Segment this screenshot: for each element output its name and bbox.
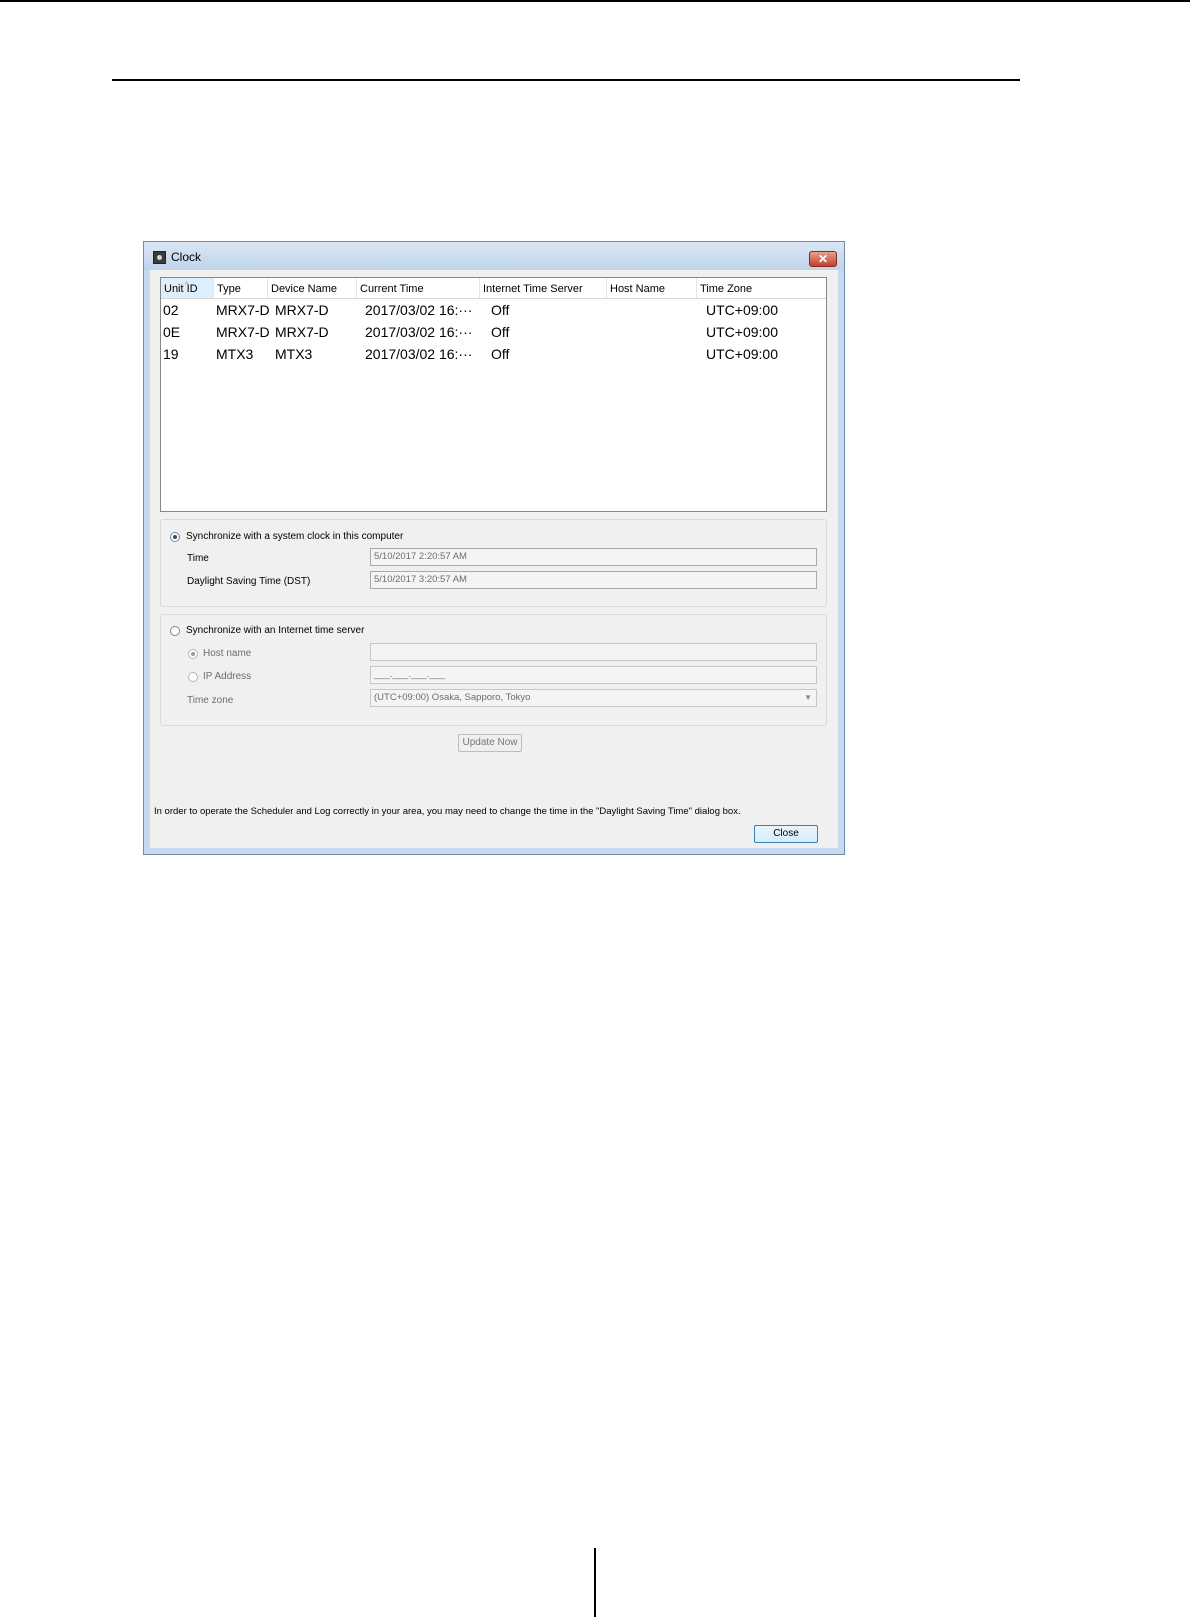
list-header: ^ Unit ID Type Device Name Current Time … xyxy=(161,278,826,299)
cell-device-name: MRX7-D xyxy=(275,324,329,340)
time-zone-label: Time zone xyxy=(187,695,234,706)
cell-current-time: 2017/03/02 16:··· xyxy=(365,346,473,362)
dst-field: 5/10/2017 3:20:57 AM xyxy=(370,571,817,589)
dialog-body: ^ Unit ID Type Device Name Current Time … xyxy=(150,270,838,848)
time-label: Time xyxy=(187,553,209,564)
table-row[interactable]: 02 MRX7-D MRX7-D 2017/03/02 16:··· Off U… xyxy=(161,299,826,321)
close-window-icon[interactable]: ✕ xyxy=(809,251,837,267)
cell-device-name: MRX7-D xyxy=(275,302,329,318)
cell-unit-id: 0E xyxy=(163,324,181,340)
page-top-rule xyxy=(0,0,1190,2)
host-name-input xyxy=(370,643,817,661)
cell-unit-id: 19 xyxy=(163,346,179,362)
clock-dialog: Clock ✕ ^ Unit ID Type Device Name Curre… xyxy=(143,241,845,855)
section-header-rule xyxy=(112,79,1020,81)
system-clock-group: Synchronize with a system clock in this … xyxy=(160,519,827,607)
cell-time-zone: UTC+09:00 xyxy=(706,324,778,340)
cell-unit-id: 02 xyxy=(163,302,179,318)
time-zone-value: (UTC+09:00) Osaka, Sapporo, Tokyo xyxy=(374,692,531,703)
cell-internet-time-server: Off xyxy=(491,324,510,340)
column-header-host-name[interactable]: Host Name xyxy=(607,278,697,298)
cell-time-zone: UTC+09:00 xyxy=(706,346,778,362)
dst-label: Daylight Saving Time (DST) xyxy=(187,576,311,587)
internet-time-radio[interactable] xyxy=(170,626,180,636)
time-zone-select: (UTC+09:00) Osaka, Sapporo, Tokyo ▼ xyxy=(370,689,817,707)
cell-device-name: MTX3 xyxy=(275,346,313,362)
column-header-current-time[interactable]: Current Time xyxy=(357,278,480,298)
column-header-time-zone[interactable]: Time Zone xyxy=(697,278,826,298)
device-list[interactable]: ^ Unit ID Type Device Name Current Time … xyxy=(160,277,827,512)
sort-ascending-icon: ^ xyxy=(185,282,189,289)
host-name-radio xyxy=(188,649,198,659)
column-header-device-name[interactable]: Device Name xyxy=(268,278,357,298)
internet-time-radio-label[interactable]: Synchronize with an Internet time server xyxy=(186,625,364,636)
cell-type: MRX7-D xyxy=(216,324,270,340)
title-bar: Clock ✕ xyxy=(144,242,844,270)
cell-type: MTX3 xyxy=(216,346,254,362)
dst-note: In order to operate the Scheduler and Lo… xyxy=(154,806,741,817)
cell-internet-time-server: Off xyxy=(491,302,510,318)
ip-address-label: IP Address xyxy=(203,671,252,682)
update-now-button[interactable]: Update Now xyxy=(458,734,522,752)
cell-time-zone: UTC+09:00 xyxy=(706,302,778,318)
column-header-type[interactable]: Type xyxy=(214,278,268,298)
page-footer-divider xyxy=(594,1548,596,1617)
table-row[interactable]: 19 MTX3 MTX3 2017/03/02 16:··· Off UTC+0… xyxy=(161,343,826,365)
system-clock-radio[interactable] xyxy=(170,532,180,542)
system-clock-radio-label[interactable]: Synchronize with a system clock in this … xyxy=(186,531,403,542)
cell-current-time: 2017/03/02 16:··· xyxy=(365,302,473,318)
ip-address-input: ___.___.___.___ xyxy=(370,666,817,684)
close-button[interactable]: Close xyxy=(754,825,818,843)
clock-app-icon xyxy=(153,251,166,264)
cell-current-time: 2017/03/02 16:··· xyxy=(365,324,473,340)
column-header-internet-time-server[interactable]: Internet Time Server xyxy=(480,278,607,298)
internet-time-group: Synchronize with an Internet time server… xyxy=(160,614,827,726)
dropdown-arrow-icon: ▼ xyxy=(804,693,812,702)
time-field: 5/10/2017 2:20:57 AM xyxy=(370,548,817,566)
cell-internet-time-server: Off xyxy=(491,346,510,362)
column-header-unit-id[interactable]: ^ Unit ID xyxy=(161,278,214,298)
ip-address-radio xyxy=(188,672,198,682)
cell-type: MRX7-D xyxy=(216,302,270,318)
dialog-title: Clock xyxy=(171,250,202,264)
table-row[interactable]: 0E MRX7-D MRX7-D 2017/03/02 16:··· Off U… xyxy=(161,321,826,343)
host-name-label: Host name xyxy=(203,648,252,659)
